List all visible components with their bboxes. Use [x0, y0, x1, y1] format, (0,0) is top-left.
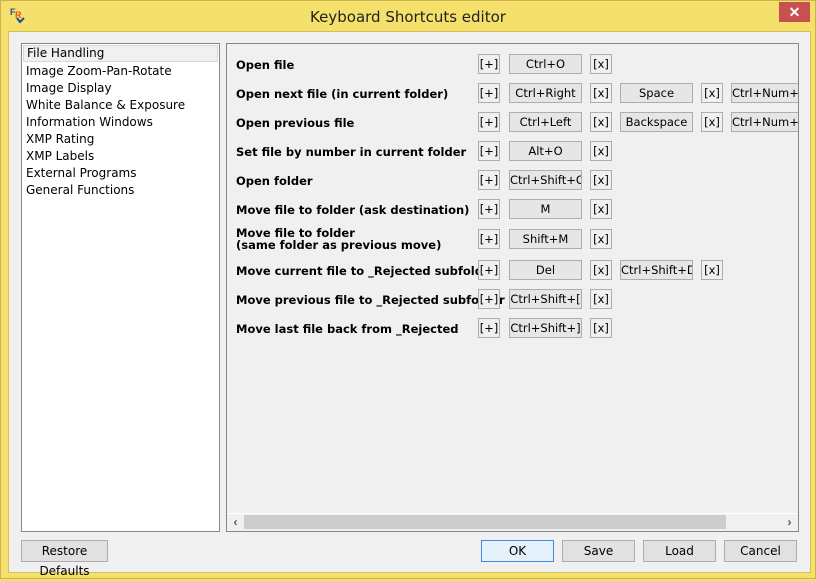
- shortcut-label: Move previous file to _Rejected subfolde…: [236, 293, 505, 307]
- shortcuts-panel: Open file [+] Ctrl+O [x] Open next file (in …: [226, 43, 799, 532]
- close-icon: ✕: [788, 4, 801, 20]
- sidebar-item[interactable]: XMP Rating: [22, 131, 219, 148]
- sidebar-item[interactable]: File Handling: [23, 45, 218, 62]
- shortcut-label: Move file to folder (ask destination): [236, 203, 470, 217]
- title-bar: F R Keyboard Shortcuts editor ✕: [1, 1, 815, 31]
- shortcut-key-button[interactable]: Space: [620, 83, 693, 103]
- sidebar-item[interactable]: Information Windows: [22, 114, 219, 131]
- shortcut-key-button[interactable]: Ctrl+Shift+O: [509, 170, 582, 190]
- add-shortcut-button[interactable]: [+]: [478, 289, 500, 309]
- remove-shortcut-button[interactable]: [x]: [590, 229, 612, 249]
- remove-shortcut-button[interactable]: [x]: [590, 54, 612, 74]
- add-shortcut-button[interactable]: [+]: [478, 318, 500, 338]
- sidebar-item[interactable]: Image Zoom-Pan-Rotate: [22, 63, 219, 80]
- shortcut-key-button[interactable]: Ctrl+Shift+]: [509, 318, 582, 338]
- category-list[interactable]: File Handling Image Zoom-Pan-Rotate Image …: [21, 43, 220, 532]
- sidebar-item[interactable]: XMP Labels: [22, 148, 219, 165]
- cancel-button[interactable]: Cancel: [724, 540, 797, 562]
- shortcut-label: Open next file (in current folder): [236, 87, 449, 101]
- shortcut-key-button[interactable]: Ctrl+Shift+[: [509, 289, 582, 309]
- remove-shortcut-button[interactable]: [x]: [701, 112, 723, 132]
- shortcut-label: Open file: [236, 58, 295, 72]
- sidebar-item[interactable]: White Balance & Exposure: [22, 97, 219, 114]
- add-shortcut-button[interactable]: [+]: [478, 141, 500, 161]
- shortcut-key-button[interactable]: Ctrl+Left: [509, 112, 582, 132]
- shortcut-label: Set file by number in current folder: [236, 145, 467, 159]
- dialog-body: File Handling Image Zoom-Pan-Rotate Image …: [8, 31, 811, 578]
- shortcut-key-button[interactable]: Ctrl+Num+Left: [731, 112, 798, 132]
- shortcut-label: Open folder: [236, 174, 313, 188]
- shortcut-label: Move last file back from _Rejected: [236, 322, 459, 336]
- shortcut-key-button[interactable]: M: [509, 199, 582, 219]
- remove-shortcut-button[interactable]: [x]: [590, 199, 612, 219]
- remove-shortcut-button[interactable]: [x]: [590, 170, 612, 190]
- shortcut-key-button[interactable]: Ctrl+Shift+Del: [620, 260, 693, 280]
- ok-button[interactable]: OK: [481, 540, 554, 562]
- add-shortcut-button[interactable]: [+]: [478, 229, 500, 249]
- scroll-left-icon[interactable]: ‹: [227, 514, 244, 531]
- shortcut-label: Open previous file: [236, 116, 355, 130]
- remove-shortcut-button[interactable]: [x]: [590, 318, 612, 338]
- restore-defaults-button[interactable]: Restore Defaults: [21, 540, 108, 578]
- add-shortcut-button[interactable]: [+]: [478, 199, 500, 219]
- remove-shortcut-button[interactable]: [x]: [590, 260, 612, 280]
- remove-shortcut-button[interactable]: [x]: [590, 112, 612, 132]
- shortcut-key-button[interactable]: Ctrl+Right: [509, 83, 582, 103]
- shortcut-key-button[interactable]: Backspace: [620, 112, 693, 132]
- sidebar-item[interactable]: External Programs: [22, 165, 219, 182]
- save-button[interactable]: Save: [562, 540, 635, 562]
- scroll-right-icon[interactable]: ›: [781, 514, 798, 531]
- shortcut-label: Move current file to _Rejected subfolder: [236, 264, 497, 278]
- shortcut-key-button[interactable]: Ctrl+Num+Right: [731, 83, 798, 103]
- shortcut-label: Move file to folder (same folder as prev…: [236, 226, 442, 252]
- remove-shortcut-button[interactable]: [x]: [701, 260, 723, 280]
- remove-shortcut-button[interactable]: [x]: [701, 83, 723, 103]
- remove-shortcut-button[interactable]: [x]: [590, 289, 612, 309]
- sidebar-item[interactable]: General Functions: [22, 182, 219, 199]
- remove-shortcut-button[interactable]: [x]: [590, 83, 612, 103]
- add-shortcut-button[interactable]: [+]: [478, 54, 500, 74]
- scrollbar-thumb[interactable]: [244, 515, 726, 529]
- add-shortcut-button[interactable]: [+]: [478, 83, 500, 103]
- shortcut-key-button[interactable]: Ctrl+O: [509, 54, 582, 74]
- keyboard-shortcuts-window: F R Keyboard Shortcuts editor ✕ File Han…: [0, 0, 816, 579]
- horizontal-scrollbar[interactable]: ‹ ›: [227, 513, 798, 531]
- sidebar-item[interactable]: Image Display: [22, 80, 219, 97]
- shortcut-key-button[interactable]: Shift+M: [509, 229, 582, 249]
- close-button[interactable]: ✕: [779, 2, 810, 22]
- remove-shortcut-button[interactable]: [x]: [590, 141, 612, 161]
- shortcut-key-button[interactable]: Alt+O: [509, 141, 582, 161]
- load-button[interactable]: Load: [643, 540, 716, 562]
- add-shortcut-button[interactable]: [+]: [478, 112, 500, 132]
- add-shortcut-button[interactable]: [+]: [478, 260, 500, 280]
- window-title: Keyboard Shortcuts editor: [310, 8, 506, 26]
- shortcut-key-button[interactable]: Del: [509, 260, 582, 280]
- add-shortcut-button[interactable]: [+]: [478, 170, 500, 190]
